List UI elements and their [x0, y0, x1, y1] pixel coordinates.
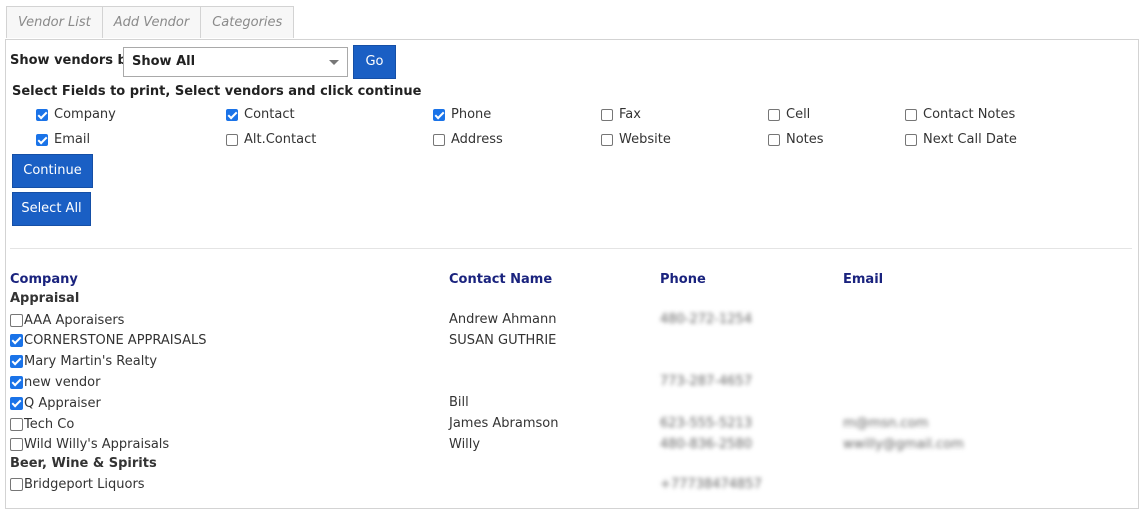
field-option[interactable]: Website — [601, 132, 671, 147]
vendor-checkbox[interactable] — [10, 313, 23, 327]
field-label: Website — [619, 132, 671, 147]
field-option[interactable]: Next Call Date — [905, 132, 1017, 147]
vendor-company-name: new vendor — [24, 374, 101, 390]
field-option[interactable]: Fax — [601, 107, 641, 122]
show-vendors-selected: Show All — [132, 54, 196, 69]
field-label: Alt.Contact — [244, 132, 317, 147]
field-label: Phone — [451, 107, 492, 122]
vendor-email: wwilly@gmail.com — [843, 436, 964, 452]
vendor-company-name: Wild Willy's Appraisals — [24, 437, 170, 453]
column-header-contact: Contact Name — [449, 272, 553, 287]
table-row: CORNERSTONE APPRAISALS SUSAN GUTHRIE — [0, 331, 1146, 351]
field-checkbox[interactable] — [601, 108, 613, 121]
field-checkbox[interactable] — [226, 108, 238, 121]
field-label: Cell — [786, 107, 811, 122]
vendor-checkbox[interactable] — [10, 375, 23, 389]
vendor-company-cell: Mary Martin's Realty — [10, 352, 157, 372]
field-option[interactable]: Address — [433, 132, 503, 147]
vendor-company-cell: Q Appraiser — [10, 393, 101, 413]
field-checkbox[interactable] — [433, 108, 445, 121]
vendor-checkbox[interactable] — [10, 355, 23, 369]
divider — [10, 248, 1132, 249]
field-checkbox[interactable] — [905, 133, 917, 146]
vendor-company-cell: AAA Aporaisers — [10, 310, 124, 330]
instructions-text: Select Fields to print, Select vendors a… — [12, 84, 422, 99]
field-checkbox[interactable] — [768, 108, 780, 121]
field-label: Contact — [244, 107, 295, 122]
field-option[interactable]: Phone — [433, 107, 491, 122]
column-header-email: Email — [843, 272, 884, 287]
vendor-phone: 623-555-5213 — [660, 416, 753, 431]
vendor-company-name: Tech Co — [24, 416, 75, 432]
table-row: Q Appraiser Bill — [0, 393, 1146, 413]
vendor-contact: SUSAN GUTHRIE — [449, 332, 557, 348]
vendor-phone: +77738474857 — [660, 476, 762, 492]
field-option[interactable]: Cell — [768, 107, 810, 122]
category-heading: Beer, Wine & Spirits — [10, 455, 157, 471]
vendor-company-cell: Tech Co — [10, 414, 74, 434]
vendor-company-name: Mary Martin's Realty — [24, 354, 158, 370]
vendor-checkbox[interactable] — [10, 438, 23, 452]
field-checkbox[interactable] — [36, 133, 48, 146]
vendor-company-cell: Wild Willy's Appraisals — [10, 435, 169, 455]
vendor-company-cell: Bridgeport Liquors — [10, 475, 145, 495]
field-label: Contact Notes — [923, 107, 1016, 122]
vendor-company-cell: new vendor — [10, 372, 100, 392]
vendor-company-name: CORNERSTONE APPRAISALS — [24, 333, 207, 349]
field-label: Company — [54, 107, 116, 122]
vendor-company-cell: CORNERSTONE APPRAISALS — [10, 331, 207, 351]
field-checkbox[interactable] — [601, 133, 613, 146]
field-option[interactable]: Contact Notes — [905, 107, 1015, 122]
vendor-email: m@msn.com — [843, 416, 929, 431]
table-row: Mary Martin's Realty — [0, 352, 1146, 372]
tab-bar: Vendor List Add Vendor Categories — [6, 6, 295, 40]
vendor-contact: James Abramson — [449, 416, 559, 431]
field-label: Next Call Date — [923, 132, 1017, 147]
vendor-checkbox[interactable] — [10, 396, 23, 410]
field-checkbox[interactable] — [768, 133, 780, 146]
field-label: Notes — [786, 132, 824, 147]
tab-vendor-list[interactable]: Vendor List — [6, 6, 103, 38]
vendor-checkbox[interactable] — [10, 334, 23, 348]
field-label: Address — [451, 132, 503, 147]
field-label: Fax — [619, 107, 641, 122]
vendor-contact: Andrew Ahmann — [449, 312, 557, 327]
field-option[interactable]: Alt.Contact — [226, 132, 316, 147]
vendor-phone: 773-287-4657 — [660, 374, 753, 390]
field-checkbox[interactable] — [905, 108, 917, 121]
select-all-button[interactable]: Select All — [12, 192, 91, 226]
table-row: AAA Aporaisers Andrew Ahmann 480-272-1254 — [0, 310, 1146, 330]
vendor-checkbox[interactable] — [10, 417, 23, 431]
field-option[interactable]: Notes — [768, 132, 824, 147]
vendor-company-name: AAA Aporaisers — [24, 312, 125, 328]
field-checkbox[interactable] — [433, 133, 445, 146]
table-row: new vendor 773-287-4657 — [0, 372, 1146, 392]
show-vendors-select[interactable]: Show All — [123, 47, 348, 77]
vendor-contact: Bill — [449, 395, 469, 411]
continue-button[interactable]: Continue — [12, 154, 93, 188]
category-heading: Appraisal — [10, 291, 80, 306]
field-option[interactable]: Email — [36, 132, 90, 147]
go-button[interactable]: Go — [353, 45, 396, 79]
tab-add-vendor[interactable]: Add Vendor — [101, 6, 202, 38]
field-checkbox[interactable] — [226, 133, 238, 146]
field-option[interactable]: Contact — [226, 107, 295, 122]
field-option[interactable]: Company — [36, 107, 116, 122]
vendor-company-name: Q Appraiser — [24, 395, 101, 411]
vendor-phone: 480-272-1254 — [660, 312, 753, 327]
vendor-contact: Willy — [449, 436, 481, 452]
vendor-company-name: Bridgeport Liquors — [24, 477, 145, 493]
vendor-phone: 480-836-2580 — [660, 436, 753, 452]
show-vendors-label: Show vendors by — [10, 53, 136, 68]
field-checkbox[interactable] — [36, 108, 48, 121]
field-label: Email — [54, 132, 91, 147]
column-header-phone: Phone — [660, 272, 706, 287]
chevron-down-icon — [329, 60, 339, 65]
table-row: Wild Willy's Appraisals Willy 480-836-2580… — [0, 435, 1146, 455]
tab-categories[interactable]: Categories — [200, 6, 295, 38]
table-row: Tech Co James Abramson 623-555-5213 m@msn.c… — [0, 414, 1146, 434]
column-header-company: Company — [10, 272, 78, 287]
vendor-checkbox[interactable] — [10, 478, 23, 492]
table-row: Bridgeport Liquors +77738474857 — [0, 475, 1146, 495]
